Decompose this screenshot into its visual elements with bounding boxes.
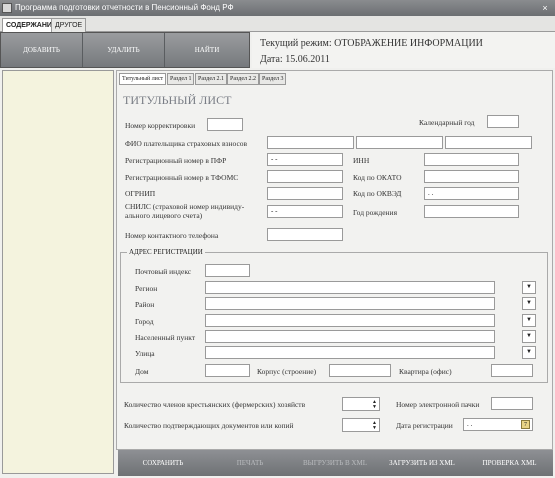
phone-label: Номер контактного телефона (125, 231, 219, 240)
payer-patronymic-input[interactable] (445, 136, 532, 149)
region-select[interactable] (205, 281, 495, 294)
form-title: ТИТУЛЬНЫЙ ЛИСТ (123, 93, 232, 107)
calendar-icon[interactable]: 7 (521, 420, 530, 429)
snils-label-2: ального лицевого счета) (125, 211, 203, 220)
title-bar: Программа подготовки отчетности в Пенсио… (0, 0, 555, 16)
house-label: Дом (135, 367, 149, 376)
top-tabs: СОДЕРЖАНИЕ ДРУГОЕ (0, 16, 555, 32)
window-title: Программа подготовки отчетности в Пенсио… (15, 3, 234, 12)
find-button[interactable]: НАЙТИ (165, 33, 249, 67)
snils-input[interactable]: - - (267, 205, 343, 218)
birth-year-label: Год рождения (353, 208, 398, 217)
spin-down-icon[interactable]: ▼ (372, 405, 377, 410)
correction-label: Номер корректировки (125, 121, 196, 130)
okved-label: Код по ОКВЭД (353, 189, 402, 198)
tab-other[interactable]: ДРУГОЕ (51, 18, 87, 32)
okato-label: Код по ОКАТО (353, 173, 402, 182)
bottom-toolbar: СОХРАНИТЬ ПЕЧАТЬ ВЫГРУЗИТЬ В XML ЗАГРУЗИ… (118, 450, 553, 476)
import-xml-button[interactable]: ЗАГРУЗИТЬ ИЗ XML (378, 450, 466, 476)
tab-section-1[interactable]: Раздел 1 (167, 73, 195, 85)
toolbar: ДОБАВИТЬ УДАЛИТЬ НАЙТИ (0, 32, 250, 68)
city-dropdown-icon[interactable]: ▼ (522, 314, 536, 327)
birth-year-input[interactable] (424, 205, 519, 218)
street-label: Улица (135, 349, 155, 358)
house-input[interactable] (205, 364, 250, 377)
ogrnip-label: ОГРНИП (125, 189, 156, 198)
postal-label: Почтовый индекс (135, 267, 192, 276)
reg-pfr-input[interactable]: - - (267, 153, 343, 166)
tab-section-2-2[interactable]: Раздел 2.2 (227, 73, 259, 85)
locality-label: Населенный пункт (135, 333, 196, 342)
building-input[interactable] (329, 364, 391, 377)
farm-members-label: Количество членов крестьянских (фермерск… (124, 400, 306, 409)
snils-label-1: СНИЛС (страховой номер индивиду- (125, 202, 245, 211)
correction-input[interactable] (207, 118, 243, 131)
city-label: Город (135, 317, 154, 326)
app-icon (2, 3, 12, 13)
reg-date-label: Дата регистрации (396, 421, 453, 430)
current-date: Дата: 15.06.2011 (260, 54, 330, 65)
okato-input[interactable] (424, 170, 519, 183)
export-xml-button[interactable]: ВЫГРУЗИТЬ В XML (292, 450, 378, 476)
status-panel: Текущий режим: ОТОБРАЖЕНИЕ ИНФОРМАЦИИ Да… (252, 32, 555, 68)
reg-tfoms-label: Регистрационный номер в ТФОМС (125, 173, 239, 182)
farm-members-spinner[interactable]: ▲ ▼ (342, 397, 380, 411)
apartment-input[interactable] (491, 364, 533, 377)
year-label: Календарный год (419, 118, 475, 127)
payer-firstname-input[interactable] (356, 136, 443, 149)
year-input[interactable] (487, 115, 519, 128)
ogrnip-input[interactable] (267, 187, 343, 200)
okved-input[interactable]: . . (424, 187, 519, 200)
building-label: Корпус (строение) (257, 367, 317, 376)
street-select[interactable] (205, 346, 495, 359)
tab-section-3[interactable]: Раздел 3 (259, 73, 287, 85)
payer-name-label: ФИО плательщика страховых взносов (125, 139, 248, 148)
locality-dropdown-icon[interactable]: ▼ (522, 330, 536, 343)
docs-count-spinner[interactable]: ▲ ▼ (342, 418, 380, 432)
region-dropdown-icon[interactable]: ▼ (522, 281, 536, 294)
reg-pfr-label: Регистрационный номер в ПФР (125, 156, 227, 165)
address-group-title: АДРЕС РЕГИСТРАЦИИ (127, 248, 205, 256)
city-select[interactable] (205, 314, 495, 327)
apartment-label: Квартира (офис) (399, 367, 452, 376)
save-button[interactable]: СОХРАНИТЬ (118, 450, 208, 476)
tab-title-page[interactable]: Титульный лист (119, 73, 167, 85)
delete-button[interactable]: УДАЛИТЬ (83, 33, 165, 67)
tab-section-2-1[interactable]: Раздел 2.1 (195, 73, 227, 85)
reg-date-value: . . (467, 420, 473, 428)
electronic-pack-input[interactable] (491, 397, 533, 410)
electronic-pack-label: Номер электронной пачки (396, 400, 480, 409)
spin-down-icon[interactable]: ▼ (372, 426, 377, 431)
print-button[interactable]: ПЕЧАТЬ (208, 450, 292, 476)
district-dropdown-icon[interactable]: ▼ (522, 297, 536, 310)
street-dropdown-icon[interactable]: ▼ (522, 346, 536, 359)
region-label: Регион (135, 284, 158, 293)
left-tree-pane[interactable] (2, 70, 114, 474)
payer-lastname-input[interactable] (267, 136, 354, 149)
current-mode: Текущий режим: ОТОБРАЖЕНИЕ ИНФОРМАЦИИ (260, 38, 483, 49)
check-xml-button[interactable]: ПРОВЕРКА XML (466, 450, 553, 476)
reg-tfoms-input[interactable] (267, 170, 343, 183)
reg-date-input[interactable]: . . 7 (463, 418, 533, 431)
docs-count-label: Количество подтверждающих документов или… (124, 421, 294, 430)
inn-label: ИНН (353, 156, 370, 165)
inn-input[interactable] (424, 153, 519, 166)
district-select[interactable] (205, 297, 495, 310)
postal-input[interactable] (205, 264, 250, 277)
address-group: АДРЕС РЕГИСТРАЦИИ Почтовый индекс Регион… (120, 248, 548, 383)
district-label: Район (135, 300, 155, 309)
phone-input[interactable] (267, 228, 343, 241)
locality-select[interactable] (205, 330, 495, 343)
close-icon[interactable]: × (539, 2, 551, 14)
add-button[interactable]: ДОБАВИТЬ (1, 33, 83, 67)
